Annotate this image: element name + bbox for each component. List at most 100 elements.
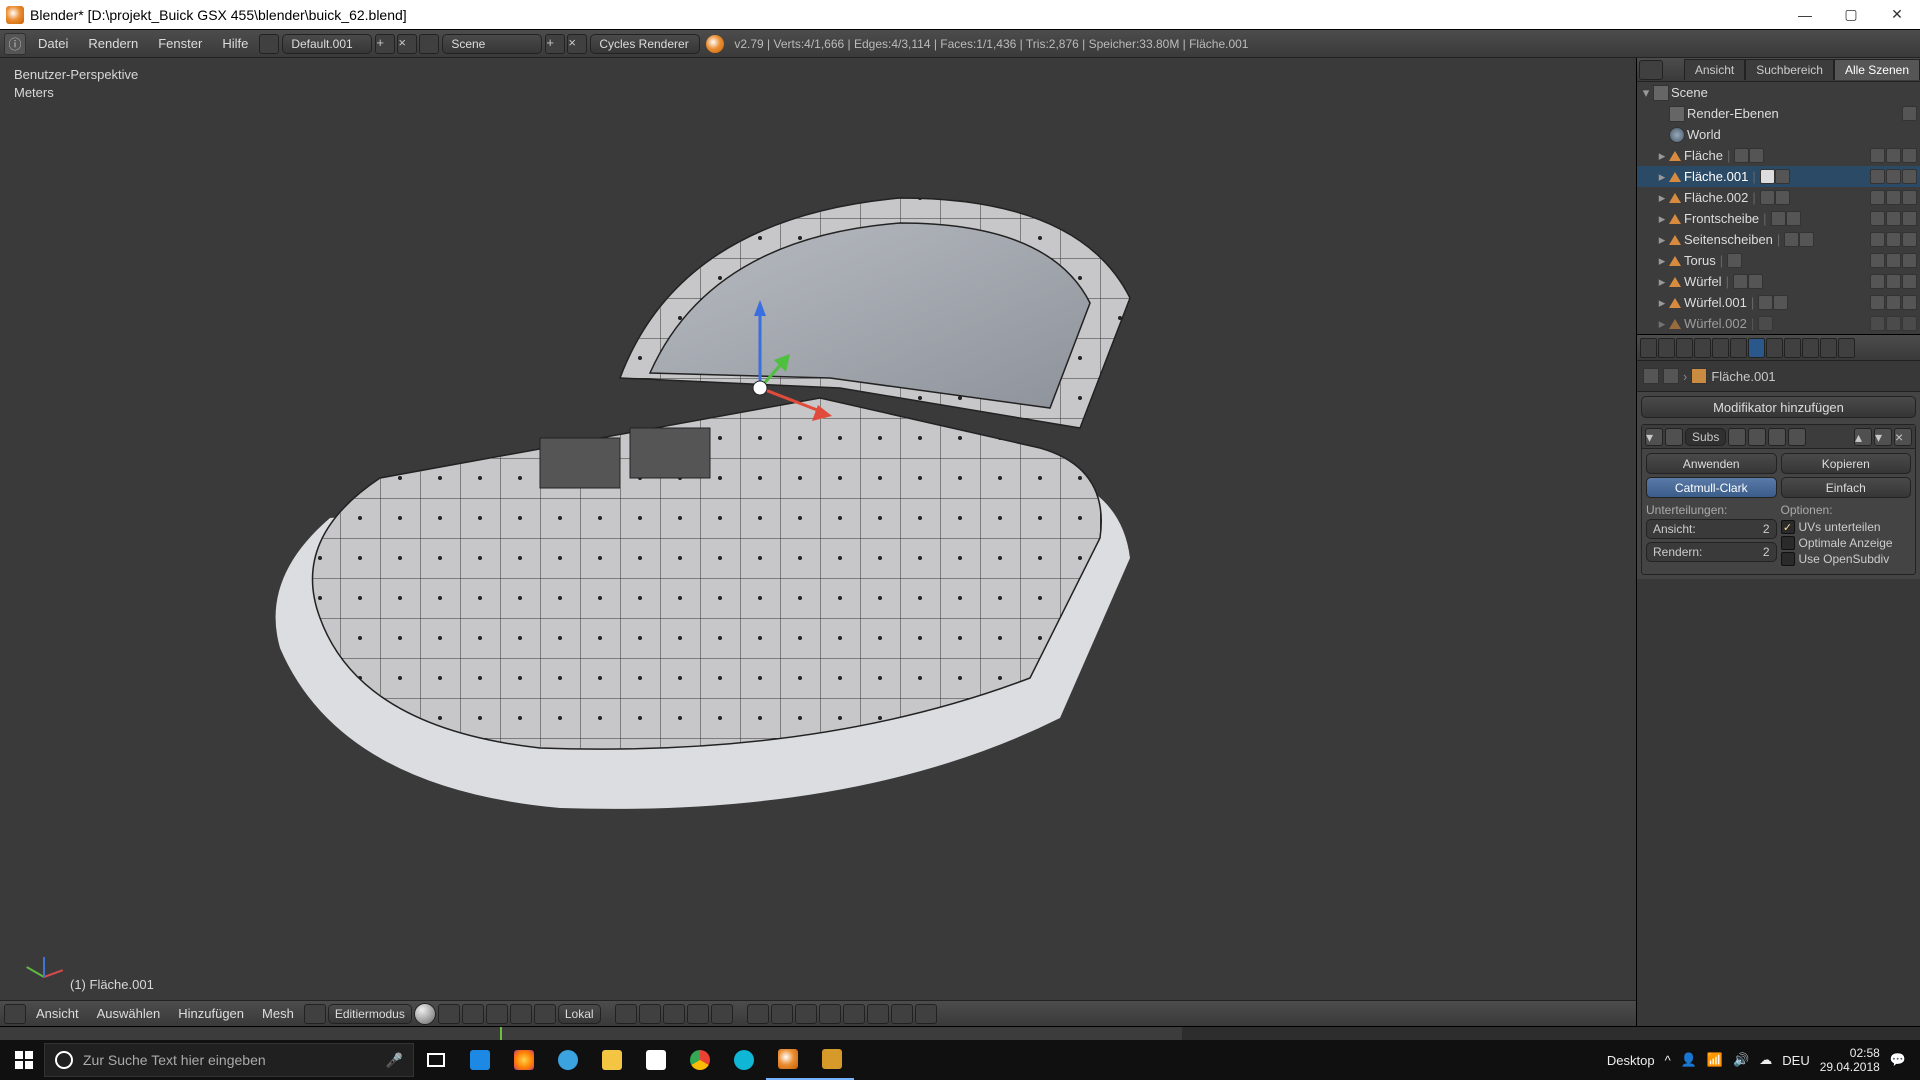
- manipulator-translate[interactable]: [486, 1004, 508, 1024]
- visibility-icon[interactable]: [1870, 253, 1885, 268]
- taskbar-app-firefox[interactable]: [502, 1040, 546, 1080]
- layer-button[interactable]: [639, 1004, 661, 1024]
- tree-scene[interactable]: ▾Scene: [1637, 82, 1920, 103]
- modifier-icon[interactable]: [1758, 316, 1773, 331]
- material-icon[interactable]: [1749, 148, 1764, 163]
- modifier-icon[interactable]: [1771, 211, 1786, 226]
- tree-item[interactable]: ▸Würfel.001|: [1637, 292, 1920, 313]
- modifier-icon[interactable]: [1760, 169, 1775, 184]
- snap-target-button[interactable]: [891, 1004, 913, 1024]
- material-icon[interactable]: [1748, 274, 1763, 289]
- props-tab-constraints[interactable]: [1730, 338, 1747, 358]
- modifier-icon[interactable]: [1784, 232, 1799, 247]
- modifier-copy-button[interactable]: Kopieren: [1781, 453, 1912, 474]
- proportional-edit-button[interactable]: [843, 1004, 865, 1024]
- desktop-button[interactable]: Desktop: [1607, 1053, 1655, 1068]
- layer-button[interactable]: [663, 1004, 685, 1024]
- render-icon[interactable]: [1902, 169, 1917, 184]
- subdiv-view-field[interactable]: Ansicht:2: [1646, 519, 1777, 539]
- props-tab-render[interactable]: [1640, 338, 1657, 358]
- render-icon[interactable]: [1902, 232, 1917, 247]
- tray-volume-icon[interactable]: 🔊: [1733, 1052, 1749, 1068]
- taskbar-app-blender[interactable]: [766, 1040, 810, 1080]
- task-view-button[interactable]: [414, 1040, 458, 1080]
- taskbar-app-explorer[interactable]: [590, 1040, 634, 1080]
- modifier-delete[interactable]: ×: [1894, 428, 1912, 446]
- render-icon[interactable]: [1902, 274, 1917, 289]
- tray-language[interactable]: DEU: [1782, 1053, 1809, 1068]
- tray-notifications-icon[interactable]: 💬: [1890, 1052, 1906, 1068]
- outliner-editor-icon[interactable]: [1639, 60, 1663, 80]
- material-icon[interactable]: [1786, 211, 1801, 226]
- modifier-icon[interactable]: [1727, 253, 1742, 268]
- mic-icon[interactable]: 🎤: [386, 1052, 403, 1069]
- modifier-editmode-toggle[interactable]: [1768, 428, 1786, 446]
- taskbar-app-edge[interactable]: [458, 1040, 502, 1080]
- select-icon[interactable]: [1886, 232, 1901, 247]
- pin-icon[interactable]: [1643, 368, 1659, 384]
- visibility-icon[interactable]: [1870, 295, 1885, 310]
- layer-button[interactable]: [711, 1004, 733, 1024]
- select-icon[interactable]: [1886, 316, 1901, 331]
- props-tab-data[interactable]: [1766, 338, 1783, 358]
- tray-up-icon[interactable]: ^: [1665, 1053, 1671, 1068]
- mode-selector[interactable]: Editiermodus: [328, 1004, 412, 1024]
- tree-item[interactable]: ▸Seitenscheiben|: [1637, 229, 1920, 250]
- taskbar-search[interactable]: Zur Suche Text hier eingeben 🎤: [44, 1043, 414, 1077]
- visibility-icon[interactable]: [1870, 190, 1885, 205]
- outliner-tab-ansicht[interactable]: Ansicht: [1684, 59, 1745, 80]
- subdiv-render-field[interactable]: Rendern:2: [1646, 542, 1777, 562]
- select-icon[interactable]: [1886, 190, 1901, 205]
- scene-selector[interactable]: Scene: [442, 34, 542, 54]
- select-mode-face[interactable]: [795, 1004, 817, 1024]
- taskbar-app-skype[interactable]: [546, 1040, 590, 1080]
- select-icon[interactable]: [1886, 274, 1901, 289]
- props-tab-render-layers[interactable]: [1658, 338, 1675, 358]
- scene-browse-button[interactable]: [419, 34, 439, 54]
- vp-menu-ansicht[interactable]: Ansicht: [28, 1006, 87, 1021]
- menu-hilfe[interactable]: Hilfe: [212, 30, 258, 58]
- visibility-icon[interactable]: [1870, 148, 1885, 163]
- modifier-collapse-icon[interactable]: ▾: [1645, 428, 1663, 446]
- manipulator-scale[interactable]: [534, 1004, 556, 1024]
- option-opensubdiv[interactable]: Use OpenSubdiv: [1781, 551, 1912, 567]
- visibility-icon[interactable]: [1870, 316, 1885, 331]
- material-icon[interactable]: [1775, 190, 1790, 205]
- modifier-name-field[interactable]: Subs: [1685, 428, 1726, 446]
- limit-selection-button[interactable]: [819, 1004, 841, 1024]
- manipulator-toggle[interactable]: [462, 1004, 484, 1024]
- layout-browse-button[interactable]: [259, 34, 279, 54]
- select-mode-edge[interactable]: [771, 1004, 793, 1024]
- tree-world[interactable]: World: [1637, 124, 1920, 145]
- render-icon[interactable]: [1902, 148, 1917, 163]
- menu-rendern[interactable]: Rendern: [78, 30, 148, 58]
- render-preview-button[interactable]: [915, 1004, 937, 1024]
- modifier-cage-toggle[interactable]: [1788, 428, 1806, 446]
- material-icon[interactable]: [1773, 295, 1788, 310]
- layout-delete-button[interactable]: ×: [397, 34, 417, 54]
- modifier-render-toggle[interactable]: [1728, 428, 1746, 446]
- tree-item[interactable]: ▸Frontscheibe|: [1637, 208, 1920, 229]
- add-modifier-button[interactable]: Modifikator hinzufügen: [1641, 396, 1916, 418]
- select-icon[interactable]: [1886, 253, 1901, 268]
- tray-network-icon[interactable]: 📶: [1707, 1052, 1723, 1068]
- menu-datei[interactable]: Datei: [28, 30, 78, 58]
- layer-button[interactable]: [687, 1004, 709, 1024]
- tree-render-layers[interactable]: Render-Ebenen: [1637, 103, 1920, 124]
- props-tab-particles[interactable]: [1820, 338, 1837, 358]
- vp-menu-hinzufuegen[interactable]: Hinzufügen: [170, 1006, 252, 1021]
- tray-people-icon[interactable]: 👤: [1681, 1052, 1697, 1068]
- editor-type-icon[interactable]: [4, 1004, 26, 1024]
- tree-item-selected[interactable]: ▸Fläche.001|: [1637, 166, 1920, 187]
- tray-clock[interactable]: 02:58 29.04.2018: [1820, 1046, 1880, 1074]
- info-editor-icon[interactable]: ⓘ: [4, 33, 26, 55]
- taskbar-app-edge2[interactable]: [722, 1040, 766, 1080]
- taskbar-app-other[interactable]: [810, 1040, 854, 1080]
- option-optimal-display[interactable]: Optimale Anzeige: [1781, 535, 1912, 551]
- snap-button[interactable]: [867, 1004, 889, 1024]
- layer-button[interactable]: [615, 1004, 637, 1024]
- modifier-icon[interactable]: [1760, 190, 1775, 205]
- maximize-button[interactable]: ▢: [1828, 0, 1874, 30]
- scene-add-button[interactable]: +: [545, 34, 565, 54]
- render-icon[interactable]: [1902, 316, 1917, 331]
